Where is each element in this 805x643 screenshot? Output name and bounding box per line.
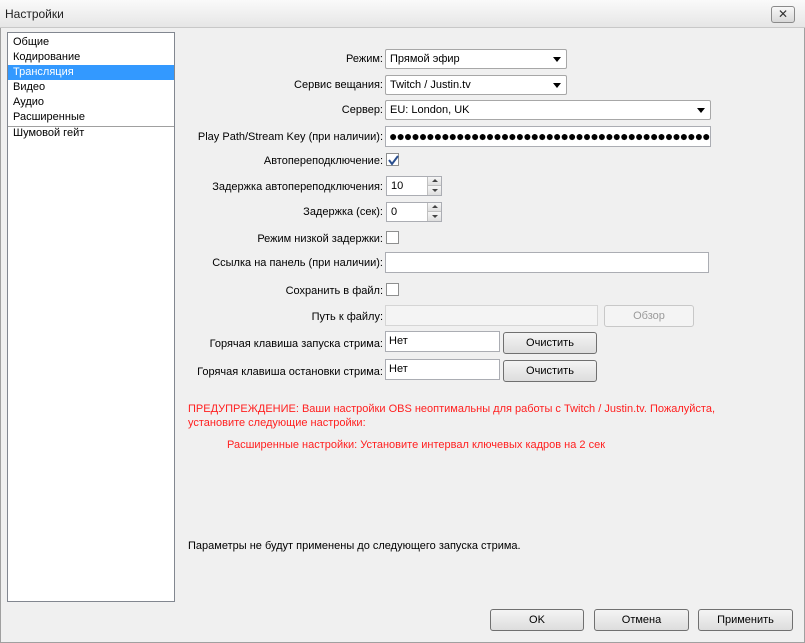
warning-text: ПРЕДУПРЕЖДЕНИЕ: Ваши настройки OBS неопт… — [188, 403, 716, 429]
title-bar: Настройки ✕ — [0, 0, 805, 28]
delay-label: Задержка (сек): — [303, 206, 383, 218]
sidebar-item-broadcast[interactable]: Трансляция — [8, 65, 174, 80]
start-hotkey-label: Горячая клавиша запуска стрима: — [209, 338, 383, 350]
service-label: Сервис вещания: — [294, 79, 383, 91]
spin-down-icon[interactable] — [427, 212, 441, 221]
low-latency-checkbox[interactable] — [386, 231, 399, 244]
stop-hotkey-input[interactable]: Нет — [385, 359, 500, 380]
delay-value: 0 — [391, 206, 398, 218]
file-path-label: Путь к файлу: — [311, 311, 383, 323]
mode-select-value: Прямой эфир — [390, 53, 460, 65]
sidebar-item-advanced[interactable]: Расширенные — [8, 110, 174, 125]
sidebar-item-encoding[interactable]: Кодирование — [8, 50, 174, 65]
mode-select[interactable]: Прямой эфир — [385, 49, 567, 69]
chevron-down-icon — [553, 83, 561, 88]
mode-label: Режим: — [346, 53, 383, 65]
reconnect-delay-label: Задержка автопереподключения: — [212, 181, 383, 193]
spin-down-icon[interactable] — [427, 186, 441, 195]
chevron-down-icon — [553, 57, 561, 62]
sidebar-item-video[interactable]: Видео — [8, 80, 174, 95]
spin-up-icon[interactable] — [427, 203, 441, 212]
cancel-button[interactable]: Отмена — [594, 609, 689, 631]
file-path-input[interactable] — [385, 305, 598, 326]
reconnect-delay-value: 10 — [391, 180, 404, 192]
stream-key-input[interactable]: ●●●●●●●●●●●●●●●●●●●●●●●●●●●●●●●●●●●●●●●●… — [385, 126, 711, 147]
service-select[interactable]: Twitch / Justin.tv — [385, 75, 567, 95]
auto-reconnect-checkbox[interactable] — [386, 153, 399, 166]
server-select-value: EU: London, UK — [390, 104, 470, 116]
apply-note: Параметры не будут применены до следующе… — [188, 540, 521, 552]
low-latency-label: Режим низкой задержки: — [257, 233, 383, 245]
close-button[interactable]: ✕ — [771, 6, 795, 23]
chevron-down-icon — [697, 108, 705, 113]
save-to-file-label: Сохранить в файл: — [285, 285, 383, 297]
browse-button[interactable]: Обзор — [604, 305, 694, 327]
settings-sidebar: Общие Кодирование Трансляция Видео Аудио… — [7, 32, 175, 602]
clear-stop-hotkey-button[interactable]: Очистить — [503, 360, 597, 382]
sidebar-item-audio[interactable]: Аудио — [8, 95, 174, 110]
stop-hotkey-label: Горячая клавиша остановки стрима: — [197, 366, 383, 378]
reconnect-delay-spinbox[interactable]: 10 — [386, 176, 442, 196]
delay-spinbox[interactable]: 0 — [386, 202, 442, 222]
window-title: Настройки — [5, 7, 64, 21]
stream-key-label: Play Path/Stream Key (при наличии): — [197, 131, 383, 143]
spin-up-icon[interactable] — [427, 177, 441, 186]
auto-reconnect-label: Автопереподключение: — [263, 155, 383, 167]
ok-button[interactable]: OK — [490, 609, 584, 631]
sidebar-item-noise-gate[interactable]: Шумовой гейт — [8, 126, 174, 141]
apply-button[interactable]: Применить — [698, 609, 793, 631]
dashboard-link-label: Ссылка на панель (при наличии): — [212, 257, 383, 269]
clear-start-hotkey-button[interactable]: Очистить — [503, 332, 597, 354]
server-select[interactable]: EU: London, UK — [385, 100, 711, 120]
close-icon: ✕ — [777, 7, 789, 21]
start-hotkey-input[interactable]: Нет — [385, 331, 500, 352]
advanced-settings-warning: Расширенные настройки: Установите интерв… — [227, 439, 606, 451]
checkmark-icon — [388, 155, 399, 166]
save-to-file-checkbox[interactable] — [386, 283, 399, 296]
sidebar-item-general[interactable]: Общие — [8, 35, 174, 50]
service-select-value: Twitch / Justin.tv — [390, 79, 471, 91]
dashboard-link-input[interactable] — [385, 252, 709, 273]
server-label: Сервер: — [341, 104, 383, 116]
